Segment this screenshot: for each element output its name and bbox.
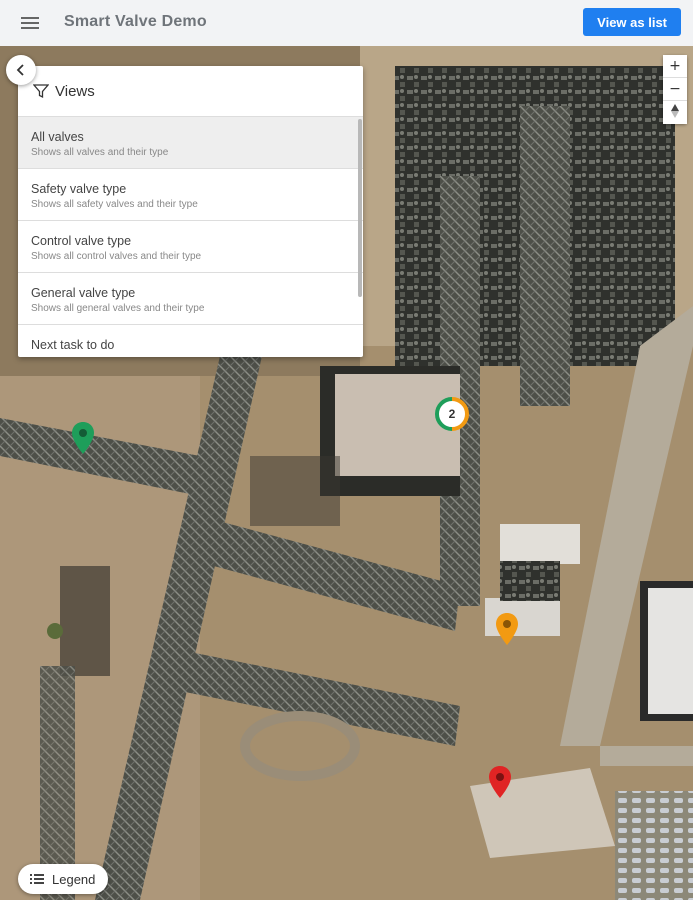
legend-button[interactable]: Legend — [18, 864, 108, 894]
view-item-all-valves[interactable]: All valves Shows all valves and their ty… — [18, 117, 363, 169]
view-item-safety-valve-type[interactable]: Safety valve type Shows all safety valve… — [18, 169, 363, 221]
list-icon — [30, 874, 44, 884]
view-item-name: Safety valve type — [31, 182, 127, 196]
app-title: Smart Valve Demo — [64, 13, 207, 30]
cluster-count: 2 — [448, 407, 456, 421]
view-item-name: General valve type — [31, 286, 136, 300]
view-item-name: Control valve type — [31, 234, 132, 248]
view-item-general-valve-type[interactable]: General valve type Shows all general val… — [18, 273, 363, 325]
views-scrollbar[interactable] — [358, 119, 362, 297]
view-as-list-button[interactable]: View as list — [583, 8, 681, 36]
orange-valve-marker-icon[interactable] — [495, 612, 519, 646]
views-panel: Views All valves Shows all valves and th… — [18, 66, 363, 357]
legend-label: Legend — [52, 871, 96, 887]
view-item-description: Shows all general valves and their type — [31, 303, 205, 314]
view-item-description: Shows all valves and their type — [31, 147, 169, 158]
view-item-description: Shows all control valves and their type — [31, 251, 202, 262]
view-item-name: All valves — [31, 130, 84, 144]
red-valve-marker-icon[interactable] — [488, 765, 512, 799]
view-item-next-task[interactable]: Next task to do — [18, 325, 363, 357]
view-item-control-valve-type[interactable]: Control valve type Shows all control val… — [18, 221, 363, 273]
chevron-left-icon — [16, 64, 24, 76]
reset-bearing-button[interactable] — [663, 101, 687, 124]
green-valve-marker-icon[interactable] — [71, 421, 95, 455]
top-bar: Smart Valve Demo View as list — [0, 0, 693, 46]
compass-icon — [671, 103, 679, 118]
collapse-panel-button[interactable] — [6, 55, 36, 85]
view-item-description: Shows all safety valves and their type — [31, 199, 198, 210]
zoom-out-button[interactable]: − — [663, 78, 687, 101]
filter-icon — [33, 84, 49, 99]
zoom-controls: + − — [663, 55, 687, 124]
view-item-name: Next task to do — [31, 338, 115, 352]
hamburger-menu-icon[interactable] — [21, 14, 41, 32]
views-title: Views — [55, 82, 95, 100]
valve-cluster-marker[interactable]: 2 — [435, 397, 469, 431]
views-header: Views — [18, 66, 363, 117]
zoom-in-button[interactable]: + — [663, 55, 687, 78]
views-list[interactable]: All valves Shows all valves and their ty… — [18, 117, 363, 357]
